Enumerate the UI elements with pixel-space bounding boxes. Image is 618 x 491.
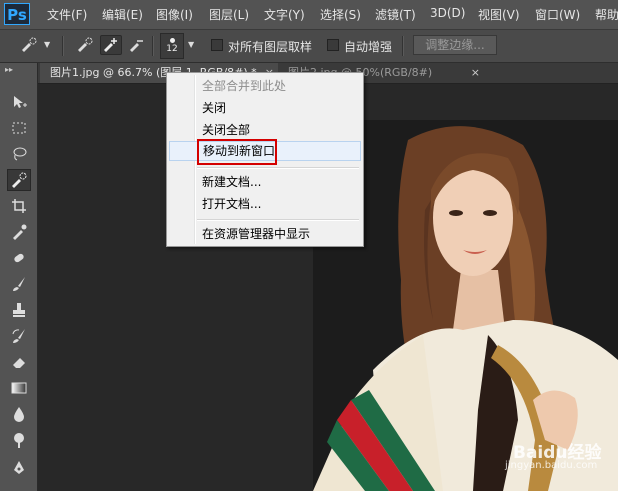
pen-tool[interactable] bbox=[7, 457, 31, 479]
menu-select[interactable]: 选择(S) bbox=[320, 6, 361, 23]
new-selection-button[interactable] bbox=[74, 35, 96, 55]
healing-brush-icon bbox=[14, 253, 24, 263]
brush-selection-icon bbox=[78, 37, 93, 52]
dodge-icon bbox=[14, 433, 24, 448]
eraser-tool[interactable] bbox=[7, 351, 31, 373]
menu-bar: Ps 文件(F) 编辑(E) 图像(I) 图层(L) 文字(Y) 选择(S) 滤… bbox=[0, 0, 618, 30]
menu-item-consolidate-all-here[interactable]: 全部合并到此处 bbox=[169, 76, 361, 96]
chevron-down-icon[interactable]: ▼ bbox=[44, 40, 50, 49]
eraser-icon bbox=[13, 358, 25, 368]
move-tool[interactable] bbox=[7, 91, 31, 113]
menu-separator bbox=[197, 219, 359, 221]
brush-size-picker[interactable]: 12 bbox=[160, 33, 184, 59]
quick-selection-tool[interactable] bbox=[7, 169, 31, 191]
menu-type[interactable]: 文字(Y) bbox=[264, 6, 305, 23]
auto-enhance-checkbox[interactable] bbox=[327, 39, 339, 51]
menu-item-close-all[interactable]: 关闭全部 bbox=[169, 120, 361, 140]
sample-all-layers-label: 对所有图层取样 bbox=[228, 40, 313, 54]
move-icon bbox=[14, 96, 27, 108]
subtract-from-selection-button[interactable] bbox=[126, 35, 148, 55]
menu-separator bbox=[197, 167, 359, 169]
refine-edge-button[interactable]: 调整边缘... bbox=[413, 35, 497, 55]
menu-help[interactable]: 帮助 bbox=[595, 6, 618, 23]
quick-selection-icon bbox=[22, 37, 37, 52]
brush-icon bbox=[13, 277, 25, 291]
photoshop-logo: Ps bbox=[4, 3, 30, 25]
eyedropper-tool[interactable] bbox=[7, 221, 31, 243]
menu-edit[interactable]: 编辑(E) bbox=[102, 6, 143, 23]
brush-size-value: 12 bbox=[166, 44, 178, 54]
pen-icon bbox=[14, 461, 24, 474]
watermark-url: jingyan.baidu.com bbox=[505, 460, 598, 471]
marquee-tool[interactable] bbox=[7, 117, 31, 139]
tool-preset-picker[interactable] bbox=[18, 35, 40, 55]
blur-icon bbox=[14, 407, 24, 422]
brush-add-icon bbox=[104, 38, 117, 52]
tools-panel: ▸▸ bbox=[0, 63, 38, 491]
quick-selection-icon bbox=[12, 172, 27, 188]
chevron-down-icon[interactable]: ▼ bbox=[188, 40, 194, 49]
lasso-icon bbox=[13, 147, 27, 161]
options-bar: ▼ 12 ▼ 对所有图层取样 自动增强 调整边缘... bbox=[0, 30, 618, 63]
menu-image[interactable]: 图像(I) bbox=[156, 6, 193, 23]
menu-layer[interactable]: 图层(L) bbox=[209, 6, 249, 23]
menu-3d[interactable]: 3D(D) bbox=[430, 6, 465, 20]
menu-filter[interactable]: 滤镜(T) bbox=[375, 6, 416, 23]
healing-brush-tool[interactable] bbox=[7, 247, 31, 269]
menu-window[interactable]: 窗口(W) bbox=[535, 6, 580, 23]
crop-tool[interactable] bbox=[7, 195, 31, 217]
menu-file[interactable]: 文件(F) bbox=[47, 6, 87, 23]
gradient-icon bbox=[11, 382, 27, 394]
sample-all-layers-checkbox[interactable] bbox=[211, 39, 223, 51]
brush-tip-icon bbox=[169, 38, 175, 43]
divider bbox=[152, 36, 154, 56]
close-icon[interactable]: × bbox=[471, 63, 480, 83]
divider bbox=[62, 36, 64, 56]
menu-item-reveal-in-explorer[interactable]: 在资源管理器中显示 bbox=[169, 224, 361, 244]
lasso-tool[interactable] bbox=[7, 143, 31, 165]
clone-stamp-tool[interactable] bbox=[7, 299, 31, 321]
history-brush-tool[interactable] bbox=[7, 325, 31, 347]
crop-icon bbox=[12, 199, 26, 213]
blur-tool[interactable] bbox=[7, 403, 31, 425]
menu-item-new-document[interactable]: 新建文档... bbox=[169, 172, 361, 192]
auto-enhance-label: 自动增强 bbox=[344, 40, 393, 54]
divider bbox=[402, 36, 404, 56]
collapse-panel-icon[interactable]: ▸▸ bbox=[5, 65, 13, 74]
dodge-tool[interactable] bbox=[7, 429, 31, 451]
add-to-selection-button[interactable] bbox=[100, 35, 122, 55]
history-brush-icon bbox=[12, 329, 25, 343]
menu-view[interactable]: 视图(V) bbox=[478, 6, 520, 23]
clone-stamp-icon bbox=[13, 303, 25, 317]
menu-item-close[interactable]: 关闭 bbox=[169, 98, 361, 118]
brush-subtract-icon bbox=[130, 40, 143, 52]
menu-item-open-document[interactable]: 打开文档... bbox=[169, 194, 361, 214]
annotation-highlight-box bbox=[197, 139, 277, 165]
gradient-tool[interactable] bbox=[7, 377, 31, 399]
marquee-icon bbox=[12, 122, 26, 134]
brush-tool[interactable] bbox=[7, 273, 31, 295]
eyedropper-icon bbox=[13, 224, 27, 240]
